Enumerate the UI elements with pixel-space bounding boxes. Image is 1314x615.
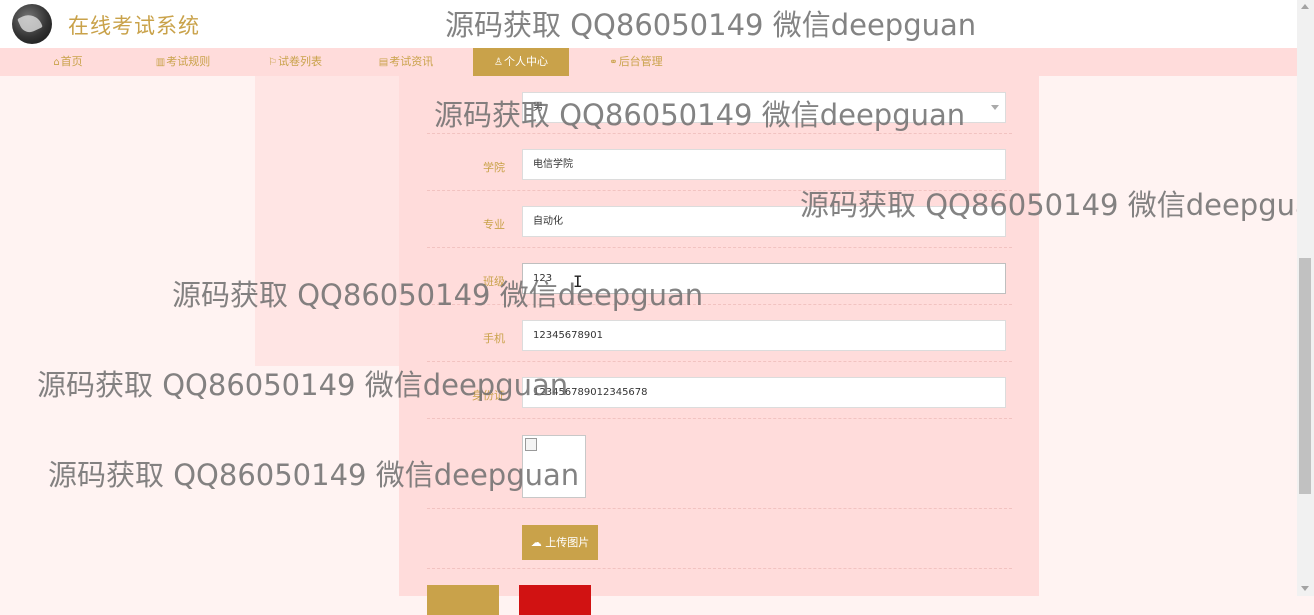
upload-image-button[interactable]: ☁ 上传图片 — [522, 525, 598, 560]
watermark: 源码获取 QQ86050149 微信deepguan — [445, 8, 977, 42]
nav-item-home[interactable]: ⌂首页 — [38, 48, 98, 76]
scroll-down-icon[interactable] — [1301, 586, 1309, 591]
watermark: 源码获取 QQ86050149 微信deepguan — [800, 188, 1297, 222]
phone-label: 手机 — [483, 332, 505, 345]
id-card-field[interactable]: 123456789012345678 — [522, 377, 1006, 408]
row-divider — [427, 418, 1012, 419]
watermark: 源码获取 QQ86050149 微信deepguan — [48, 458, 580, 492]
scrollbar-thumb[interactable] — [1299, 258, 1311, 494]
chevron-down-icon — [991, 105, 999, 110]
broken-image-icon — [525, 438, 537, 451]
logo — [12, 4, 52, 44]
news-icon: ▤ — [378, 57, 389, 68]
side-decoration — [255, 76, 400, 366]
watermark: 源码获取 QQ86050149 微信deepguan — [172, 278, 704, 312]
college-field[interactable]: 电信学院 — [522, 149, 1006, 180]
link-icon: ⚭ — [609, 57, 618, 68]
logout-button[interactable] — [519, 585, 591, 615]
nav-item-paper-list[interactable]: ⚐试卷列表 — [258, 48, 332, 76]
college-label: 学院 — [483, 161, 505, 174]
watermark: 源码获取 QQ86050149 微信deepguan — [37, 368, 569, 402]
cloud-upload-icon: ☁ — [530, 536, 542, 549]
scroll-up-icon[interactable] — [1301, 4, 1309, 9]
row-divider — [427, 568, 1012, 569]
watermark: 源码获取 QQ86050149 微信deepguan — [434, 98, 966, 132]
flag-icon: ⚐ — [268, 57, 277, 68]
row-divider — [427, 247, 1012, 248]
nav-item-admin[interactable]: ⚭后台管理 — [598, 48, 674, 76]
site-title: 在线考试系统 — [68, 14, 200, 38]
phone-field[interactable]: 12345678901 — [522, 320, 1006, 351]
nav-item-exam-news[interactable]: ▤考试资讯 — [368, 48, 444, 76]
nav-item-personal-center[interactable]: ♙个人中心 — [473, 48, 569, 76]
major-label: 专业 — [483, 218, 505, 231]
user-icon: ♙ — [494, 57, 503, 68]
top-nav: ⌂首页 ▥考试规则 ⚐试卷列表 ▤考试资讯 ♙个人中心 ⚭后台管理 — [0, 48, 1297, 76]
home-icon: ⌂ — [53, 57, 60, 68]
book-icon: ▥ — [155, 57, 166, 68]
save-button[interactable] — [427, 585, 499, 615]
nav-item-exam-rules[interactable]: ▥考试规则 — [146, 48, 220, 76]
row-divider — [427, 508, 1012, 509]
